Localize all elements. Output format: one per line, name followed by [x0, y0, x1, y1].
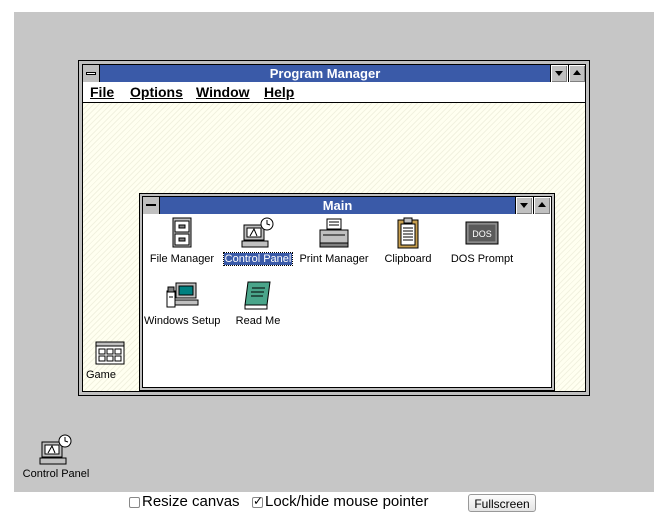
- file-manager-label: File Manager: [149, 253, 215, 265]
- resize-canvas-label: Resize canvas: [142, 493, 240, 510]
- windows-setup-item[interactable]: Windows Setup: [143, 279, 221, 329]
- control-panel-item[interactable]: Control Panel: [219, 217, 297, 267]
- desktop-control-panel-label: Control Panel: [22, 468, 90, 480]
- file-manager-item[interactable]: File Manager: [143, 217, 221, 267]
- menu-window[interactable]: Window: [196, 84, 250, 100]
- print-manager-item[interactable]: Print Manager: [295, 217, 373, 267]
- program-group-icon: [95, 341, 125, 365]
- minimize-arrow-icon: [520, 203, 528, 208]
- maximize-button[interactable]: [568, 65, 585, 82]
- maximize-arrow-icon: [573, 70, 581, 75]
- system-menu-button[interactable]: [83, 65, 100, 82]
- dos-icon: DOS: [465, 221, 499, 245]
- games-label: Game: [86, 369, 116, 381]
- setup-icon: [166, 282, 199, 308]
- main-group-title: Main: [160, 197, 515, 214]
- read-me-label: Read Me: [235, 315, 281, 327]
- fullscreen-button[interactable]: Fullscreen: [468, 494, 536, 512]
- clipboard-label: Clipboard: [384, 253, 432, 265]
- readme-book-icon: [244, 281, 271, 310]
- program-manager-window: Program Manager File Options Window Help: [78, 60, 590, 396]
- file-cabinet-icon: [172, 217, 192, 248]
- control-panel-icon: [39, 434, 72, 465]
- main-group-client: File Manager Control Panel Print Manager…: [143, 215, 551, 387]
- read-me-item[interactable]: Read Me: [219, 279, 297, 329]
- clipboard-icon: [397, 217, 419, 249]
- minimize-button[interactable]: [550, 65, 567, 82]
- main-maximize-button[interactable]: [533, 197, 550, 214]
- menu-help[interactable]: Help: [264, 84, 294, 100]
- maximize-arrow-icon: [538, 202, 546, 207]
- program-manager-client: Game Main File Manager Control Panel Pri…: [83, 103, 585, 391]
- desktop-control-panel-icon[interactable]: Control Panel: [18, 434, 94, 480]
- emulator-controls: Resize canvas Lock/hide mouse pointer Fu…: [0, 493, 662, 517]
- clipboard-item[interactable]: Clipboard: [369, 217, 447, 267]
- dos-icon-text: DOS: [472, 229, 492, 239]
- dos-prompt-item[interactable]: DOS DOS Prompt: [443, 217, 521, 267]
- lock-pointer-checkbox[interactable]: [252, 494, 263, 508]
- menu-bar: File Options Window Help: [83, 83, 585, 103]
- games-group-icon[interactable]: Game: [85, 341, 135, 383]
- menu-options[interactable]: Options: [130, 84, 183, 100]
- minimize-arrow-icon: [555, 71, 563, 76]
- resize-canvas-checkbox[interactable]: [129, 497, 140, 508]
- control-panel-label: Control Panel: [222, 252, 294, 266]
- print-manager-label: Print Manager: [299, 253, 369, 265]
- windows-setup-label: Windows Setup: [144, 315, 221, 327]
- program-manager-title: Program Manager: [100, 65, 550, 82]
- system-menu-icon: [146, 204, 156, 206]
- lock-pointer-label: Lock/hide mouse pointer: [265, 493, 429, 510]
- main-minimize-button[interactable]: [515, 197, 532, 214]
- dos-prompt-label: DOS Prompt: [450, 253, 514, 265]
- main-system-menu-button[interactable]: [143, 197, 160, 214]
- control-panel-icon: [241, 217, 274, 248]
- printer-icon: [319, 218, 349, 248]
- system-menu-icon: [86, 72, 96, 75]
- main-group-window: Main File Manager Control Panel Print Ma…: [139, 193, 555, 391]
- menu-file[interactable]: File: [90, 84, 114, 100]
- emulator-screen[interactable]: Program Manager File Options Window Help: [14, 12, 654, 492]
